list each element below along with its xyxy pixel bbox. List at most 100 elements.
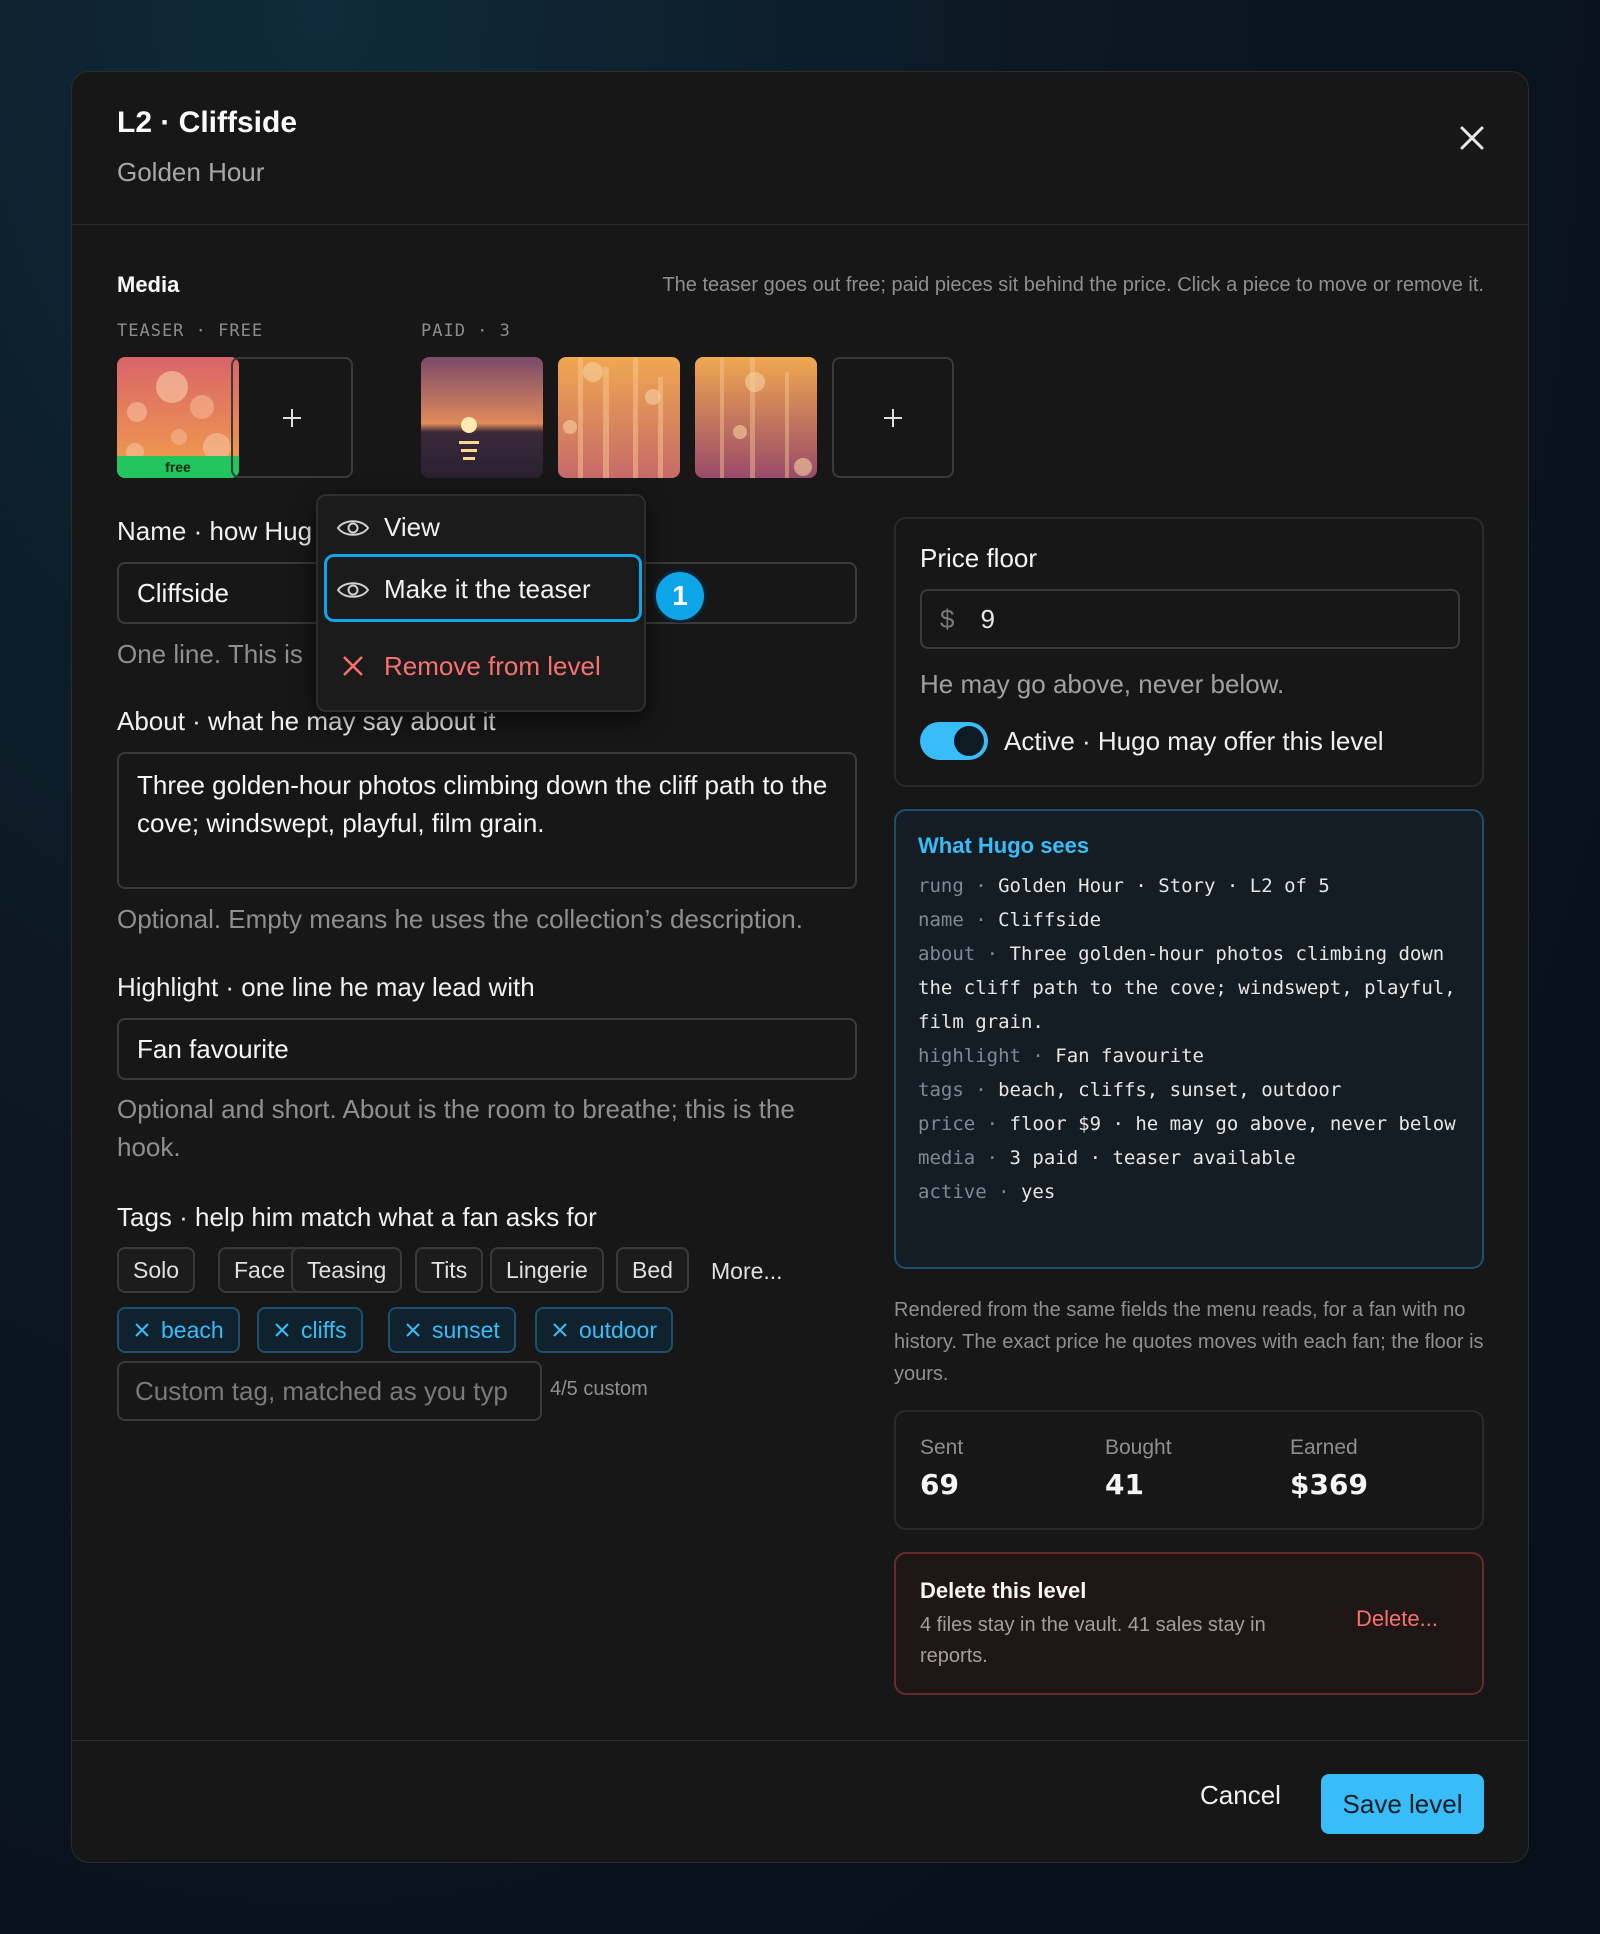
what-hugo-sees-title: What Hugo sees	[918, 833, 1090, 858]
active-toggle-label: Active · Hugo may offer this level	[1004, 726, 1384, 756]
highlight-label: Highlight · one line he may lead with	[117, 972, 535, 1002]
tag-solo[interactable]: Solo	[117, 1247, 196, 1293]
paid-section-label: PAID · 3	[421, 321, 511, 341]
menu-item-label: View	[384, 512, 440, 542]
close-icon	[343, 655, 363, 676]
step-badge: 1	[653, 569, 707, 623]
price-floor-input[interactable]: $ 9	[920, 589, 1460, 649]
tag-tits[interactable]: Tits	[415, 1247, 484, 1293]
name-input-value: Cliffside	[137, 577, 230, 608]
menu-item-label: Remove from level	[384, 651, 601, 681]
render-note: Rendered from the same fields the menu r…	[894, 1299, 1484, 1385]
delete-level-text: 4 files stay in the vault. 41 sales stay…	[920, 1614, 1266, 1667]
highlight-input-value: Fan favourite	[137, 1033, 289, 1064]
cancel-button[interactable]: Cancel	[1200, 1780, 1281, 1811]
custom-tag-count: 4/5 custom	[550, 1378, 648, 1400]
sees-value: beach, cliffs, sunset, outdoor	[998, 1079, 1342, 1101]
stat-value: 69	[920, 1468, 959, 1501]
dialog-footer	[72, 1740, 1528, 1862]
dialog-title: L2 · Cliffside	[117, 106, 298, 139]
stats-card: Sent 69 Bought 41 Earned $369	[894, 1410, 1484, 1530]
eye-icon	[336, 519, 370, 536]
remove-tag-icon	[275, 1323, 289, 1337]
more-tags-button[interactable]: More...	[711, 1258, 783, 1285]
add-paid-button[interactable]	[832, 357, 954, 478]
sees-value: yes	[1020, 1181, 1056, 1203]
teaser-section-label: TEASER · FREE	[117, 321, 264, 341]
sees-key: highlight	[918, 1045, 1021, 1067]
sees-key: active	[918, 1181, 987, 1203]
highlight-input[interactable]: Fan favourite	[117, 1018, 857, 1080]
tag-bed[interactable]: Bed	[616, 1247, 689, 1293]
sees-key: name	[918, 909, 964, 931]
stat-label: Sent	[920, 1436, 964, 1459]
tag-label: outdoor	[579, 1316, 658, 1343]
tag-face[interactable]: Face	[218, 1247, 302, 1293]
stat-sent: Sent 69	[920, 1436, 963, 1501]
sees-key: price	[918, 1113, 976, 1135]
custom-tag-input[interactable]: Custom tag, matched as you typ	[117, 1361, 542, 1421]
delete-level-card: Delete this level 4 files stay in the va…	[894, 1552, 1484, 1695]
bokeh-photo	[558, 357, 680, 478]
stat-earned: Earned $369	[1290, 1436, 1368, 1501]
sees-value: Cliffside	[998, 909, 1102, 931]
sees-row: about · Three golden-hour photos climbin…	[918, 943, 1456, 1033]
price-hint: He may go above, never below.	[920, 669, 1285, 699]
eye-icon	[336, 581, 370, 598]
selected-tag-cliffs[interactable]: cliffs	[257, 1307, 363, 1353]
tag-label: beach	[161, 1316, 224, 1343]
stat-label: Earned	[1290, 1436, 1358, 1459]
tag-lingerie[interactable]: Lingerie	[490, 1247, 604, 1293]
add-teaser-button[interactable]	[231, 357, 353, 478]
sees-value: 3 paid · teaser available	[1009, 1147, 1296, 1169]
sees-value: Fan favourite	[1055, 1045, 1204, 1067]
tag-label: sunset	[432, 1316, 500, 1343]
paid-thumbnail-3[interactable]	[695, 357, 817, 478]
name-label: Name · how Hug	[117, 516, 313, 546]
remove-tag-icon	[135, 1323, 149, 1337]
sees-row: price · floor $9 · he may go above, neve…	[918, 1113, 1456, 1135]
sees-key: rung	[918, 875, 964, 897]
paid-thumbnail-2[interactable]	[558, 357, 680, 478]
close-button[interactable]	[1452, 118, 1492, 158]
price-card: Price floor $ 9 He may go above, never b…	[894, 517, 1484, 787]
save-level-button[interactable]: Save level	[1321, 1774, 1484, 1834]
sees-row: rung · Golden Hour · Story · L2 of 5	[918, 875, 1330, 897]
selected-tag-sunset[interactable]: sunset	[388, 1307, 516, 1353]
sees-value: Golden Hour · Story · L2 of 5	[998, 875, 1330, 897]
close-icon	[1460, 126, 1484, 150]
menu-item-make-teaser[interactable]: Make it the teaser	[336, 574, 591, 605]
about-textarea[interactable]: Three golden-hour photos climbing down t…	[117, 752, 857, 889]
delete-button[interactable]: Delete...	[1356, 1606, 1438, 1632]
paid-thumbnail-1[interactable]	[421, 357, 543, 478]
about-hint: Optional. Empty means he uses the collec…	[117, 904, 803, 934]
edit-level-dialog: L2 · Cliffside Golden Hour Media The tea…	[71, 71, 1529, 1863]
tag-label: cliffs	[301, 1316, 347, 1343]
selected-tag-outdoor[interactable]: outdoor	[535, 1307, 674, 1353]
sees-row: name · Cliffside	[918, 909, 1102, 931]
toggle-knob	[954, 726, 984, 756]
currency-symbol: $	[940, 603, 955, 634]
sees-row: active · yes	[918, 1181, 1056, 1203]
selected-tag-beach[interactable]: beach	[117, 1307, 240, 1353]
tags-label: Tags · help him match what a fan asks fo…	[117, 1202, 597, 1232]
price-floor-value: 9	[980, 603, 995, 634]
stat-value: $369	[1290, 1468, 1368, 1501]
media-context-menu: View Make it the teaser Remove from leve…	[316, 494, 646, 712]
teaser-thumbnail[interactable]: free	[117, 357, 239, 478]
active-toggle[interactable]	[920, 722, 988, 760]
free-badge: free	[117, 456, 239, 478]
menu-item-remove[interactable]: Remove from level	[336, 651, 601, 682]
dialog-subtitle: Golden Hour	[117, 157, 265, 187]
name-hint: One line. This is	[117, 639, 303, 669]
menu-item-view[interactable]: View	[336, 512, 440, 543]
stat-label: Bought	[1105, 1436, 1172, 1459]
what-hugo-sees-body: rung · Golden Hour · Story · L2 of 5 nam…	[918, 869, 1468, 1209]
sees-row: tags · beach, cliffs, sunset, outdoor	[918, 1079, 1342, 1101]
sees-key: media	[918, 1147, 976, 1169]
tag-teasing[interactable]: Teasing	[291, 1247, 403, 1293]
media-label: Media	[117, 272, 180, 297]
remove-tag-icon	[406, 1323, 420, 1337]
highlight-hint: Optional and short. About is the room to…	[117, 1094, 795, 1162]
sees-value: floor $9 · he may go above, never below	[1009, 1113, 1456, 1135]
